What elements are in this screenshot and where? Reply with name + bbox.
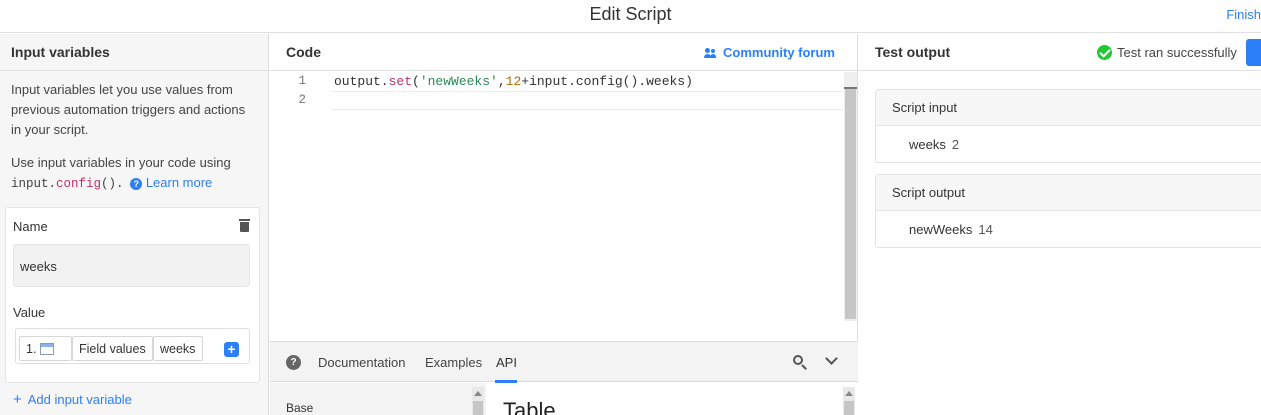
documentation-pane: Base Table [270,383,858,415]
line-number: 2 [298,93,306,107]
test-output-title: Test output [875,44,951,60]
step-pill[interactable]: 1. [19,336,72,361]
search-icon[interactable] [793,355,807,370]
doc-sidebar-scrollbar[interactable] [472,387,484,415]
source-pill[interactable]: Field values [72,336,153,361]
trash-icon[interactable] [239,218,250,232]
editor-scrollbar[interactable] [844,72,857,321]
test-output-panel: Test output Test ran successfully Script… [859,34,1261,415]
top-bar: Edit Script Finish [0,0,1261,33]
test-output-header: Test output Test ran successfully [859,34,1261,71]
script-output-row: newWeeks 14 [909,222,993,237]
code-header: Code Community forum [270,34,857,71]
name-label: Name [13,219,48,234]
script-input-row: weeks 2 [909,137,960,152]
tab-documentation[interactable]: Documentation [318,355,405,370]
plus-icon: + [13,391,22,408]
code-title: Code [286,44,321,60]
help-icon[interactable]: ? [130,178,143,190]
page-title: Edit Script [589,4,672,24]
code-editor[interactable]: 1 2 output.set('newWeeks',12+input.confi… [270,72,843,341]
test-status: Test ran successfully [1097,45,1237,60]
doc-sidebar-item-base[interactable]: Base [286,401,313,415]
code-line[interactable]: output.set('newWeeks',12+input.config().… [334,74,693,89]
finish-button[interactable]: Finish [1226,7,1261,22]
code-snippet: input.config(). [11,177,124,191]
people-icon [704,48,717,58]
input-variables-title: Input variables [0,34,268,71]
input-variable-card: Name weeks Value 1. Field values weeks + [5,207,260,383]
learn-more-link[interactable]: Learn more [146,175,212,190]
table-icon [40,343,55,355]
input-variables-usage: Use input variables in your code using i… [0,153,268,194]
field-pill[interactable]: weeks [153,336,203,361]
chevron-down-icon[interactable] [825,352,838,365]
doc-heading: Table [503,398,556,415]
help-icon[interactable]: ? [286,355,301,370]
check-circle-icon [1097,45,1112,60]
add-input-variable-button[interactable]: + Add input variable [13,391,132,408]
script-input-panel: Script input weeks 2 [875,89,1261,163]
script-input-title: Script input [876,90,1261,126]
tab-api[interactable]: API [496,355,517,370]
usage-text: Use input variables in your code using [11,155,231,170]
add-token-button[interactable]: + [224,342,239,357]
script-output-title: Script output [876,175,1261,211]
run-test-button[interactable] [1246,39,1261,66]
community-forum-link[interactable]: Community forum [704,45,835,60]
doc-content-scrollbar[interactable] [843,387,855,415]
value-label: Value [13,305,46,320]
documentation-bar: ? Documentation Examples API [270,341,858,383]
code-panel: Code Community forum 1 2 output.set('new… [270,34,858,415]
script-output-panel: Script output newWeeks 14 [875,174,1261,248]
line-number: 1 [298,74,306,88]
tab-examples[interactable]: Examples [425,355,482,370]
variable-value-field[interactable]: 1. Field values weeks + [15,328,250,364]
input-variables-description: Input variables let you use values from … [11,82,246,137]
active-line [332,91,843,110]
variable-name-input[interactable]: weeks [13,244,250,287]
input-variables-panel: Input variables Input variables let you … [0,34,269,415]
